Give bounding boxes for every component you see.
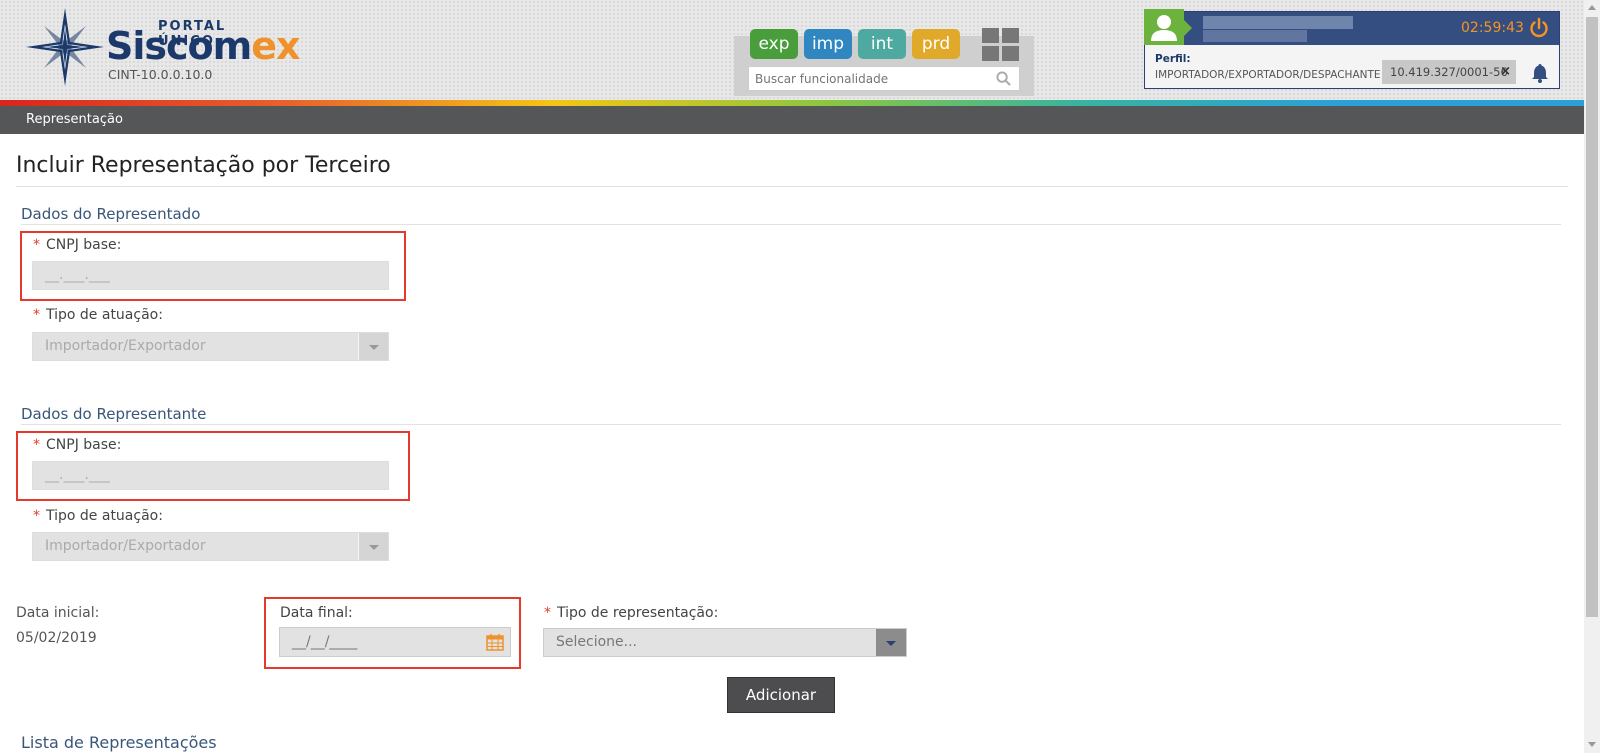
tipo-atuacao-label-text: Tipo de atuação: (46, 307, 163, 323)
data-inicial-label: Data inicial: (16, 605, 100, 621)
title-divider (16, 186, 1568, 187)
chevron-down-icon[interactable] (876, 629, 906, 656)
session-timer: 02:59:43 (1461, 20, 1524, 36)
vertical-scrollbar[interactable] (1584, 0, 1600, 753)
user-icon (1151, 15, 1177, 41)
representante-tipo-select[interactable]: Importador/Exportador (32, 532, 389, 561)
header: PORTAL ÚNICO Siscomex CINT-10.0.0.10.0 e… (0, 0, 1584, 100)
representante-cnpj-input[interactable]: __.___.___ (32, 461, 389, 490)
avatar-pointer (1184, 20, 1192, 36)
scroll-up-icon[interactable] (1588, 5, 1596, 10)
user-name-redacted (1203, 16, 1353, 29)
cnpj-base-label: * CNPJ base: (33, 237, 122, 253)
section-divider (21, 224, 1561, 225)
tipo-atuacao-label: * Tipo de atuação: (33, 307, 163, 323)
data-final-input[interactable]: __/__/____ (279, 627, 511, 657)
close-icon[interactable]: × (1500, 60, 1511, 84)
data-final-placeholder: __/__/____ (292, 634, 358, 650)
brand-main: Siscom (106, 24, 252, 68)
compass-star-icon (26, 8, 104, 86)
chevron-down-icon[interactable] (358, 333, 388, 360)
section-divider (21, 424, 1561, 425)
cnpj-base-label-text: CNPJ base: (46, 237, 122, 253)
brand-suffix: ex (251, 24, 300, 68)
search-icon[interactable] (996, 71, 1011, 86)
section-title-representante: Dados do Representante (21, 405, 207, 423)
search-input[interactable] (749, 67, 989, 90)
brand-name: Siscomex (106, 24, 301, 68)
data-final-label: Data final: (280, 605, 353, 621)
perfil-label: Perfil: (1155, 53, 1191, 65)
avatar[interactable] (1144, 9, 1184, 45)
cnpj-base-label: * CNPJ base: (33, 437, 122, 453)
menu-bar: Representação (0, 106, 1584, 134)
app-int-button[interactable]: int (858, 29, 906, 59)
bell-icon[interactable] (1531, 63, 1549, 83)
cnpj-base-label-text: CNPJ base: (46, 437, 122, 453)
page-title: Incluir Representação por Terceiro (16, 153, 391, 178)
tipo-representacao-label: * Tipo de representação: (544, 605, 719, 621)
representado-cnpj-input[interactable]: __.___.___ (32, 261, 389, 290)
tipo-atuacao-label-text: Tipo de atuação: (46, 508, 163, 524)
adicionar-button[interactable]: Adicionar (727, 677, 835, 713)
section-title-representado: Dados do Representado (21, 205, 201, 223)
power-icon[interactable] (1528, 17, 1550, 39)
menu-item-representacao[interactable]: Representação (26, 112, 123, 127)
user-panel: 02:59:43 Perfil: IMPORTADOR/EXPORTADOR/D… (1144, 9, 1560, 89)
data-inicial-value: 05/02/2019 (16, 630, 97, 646)
scroll-down-icon[interactable] (1588, 742, 1596, 747)
representado-tipo-value: Importador/Exportador (45, 338, 206, 354)
apps-grid-icon[interactable] (982, 28, 1020, 62)
calendar-icon[interactable] (486, 633, 504, 651)
app-exp-button[interactable]: exp (750, 29, 798, 59)
representante-tipo-value: Importador/Exportador (45, 538, 206, 554)
representado-tipo-select[interactable]: Importador/Exportador (32, 332, 389, 361)
app-prd-button[interactable]: prd (912, 29, 960, 59)
chevron-down-icon[interactable] (358, 533, 388, 560)
perfil-value: IMPORTADOR/EXPORTADOR/DESPACHANTE (1155, 69, 1381, 81)
search-box (748, 66, 1020, 91)
user-bar: 02:59:43 (1144, 9, 1559, 45)
apps-panel: exp imp int prd (734, 28, 1034, 96)
user-id-redacted (1203, 30, 1307, 42)
tipo-representacao-select[interactable]: Selecione... (543, 628, 907, 657)
tipo-atuacao-label: * Tipo de atuação: (33, 508, 163, 524)
scroll-thumb[interactable] (1586, 17, 1598, 617)
version-label: CINT-10.0.0.10.0 (108, 67, 213, 82)
section-title-lista: Lista de Representações (21, 733, 217, 752)
cnpj-chip-label: 10.419.327/0001-56 (1390, 65, 1508, 79)
tipo-representacao-label-text: Tipo de representação: (557, 605, 719, 621)
app-imp-button[interactable]: imp (804, 29, 852, 59)
tipo-representacao-value: Selecione... (556, 634, 637, 650)
cnpj-chip: 10.419.327/0001-56 × (1382, 60, 1516, 84)
siscomex-logo[interactable]: PORTAL ÚNICO Siscomex CINT-10.0.0.10.0 (24, 6, 301, 88)
